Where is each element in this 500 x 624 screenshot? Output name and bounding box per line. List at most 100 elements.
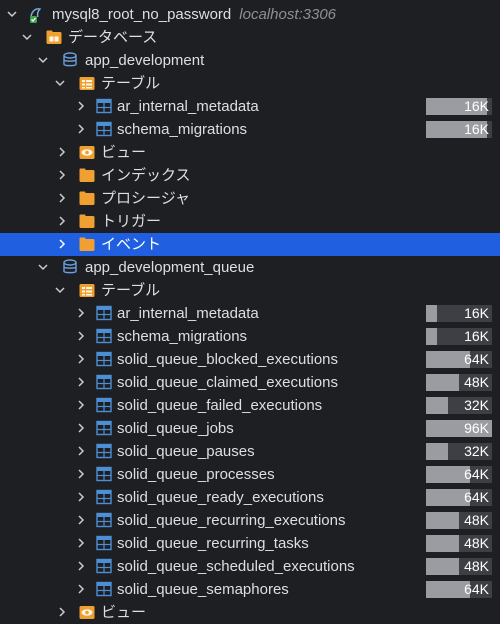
connection-name: mysql8_root_no_password: [52, 6, 232, 23]
chevron-right-icon[interactable]: [57, 607, 67, 617]
chevron-right-icon[interactable]: [76, 446, 86, 456]
indexes-label: インデックス: [101, 167, 191, 184]
database-name: app_development: [85, 52, 205, 69]
tree-row-table[interactable]: solid_queue_recurring_tasks 48K: [0, 532, 500, 555]
tree-row-procedures[interactable]: プロシージャ: [0, 187, 500, 210]
table-icon: [96, 305, 112, 321]
tree-row-table[interactable]: solid_queue_processes 64K: [0, 463, 500, 486]
database-icon: [62, 52, 78, 68]
table-size-text: 48K: [464, 512, 489, 528]
tree-row-table[interactable]: solid_queue_semaphores 64K: [0, 578, 500, 601]
table-name: solid_queue_claimed_executions: [117, 374, 338, 391]
table-size-bar: 16K: [426, 328, 492, 345]
chevron-right-icon[interactable]: [76, 101, 86, 111]
table-icon: [96, 374, 112, 390]
chevron-right-icon[interactable]: [76, 538, 86, 548]
tables-folder-icon: [79, 75, 95, 91]
table-icon: [96, 466, 112, 482]
chevron-right-icon[interactable]: [76, 354, 86, 364]
tree-row-table[interactable]: schema_migrations 16K: [0, 118, 500, 141]
tree-row-table[interactable]: solid_queue_recurring_executions 48K: [0, 509, 500, 532]
table-name: solid_queue_blocked_executions: [117, 351, 339, 368]
tree-row-table[interactable]: solid_queue_failed_executions 32K: [0, 394, 500, 417]
databases-label: データベース: [68, 29, 158, 46]
chevron-down-icon[interactable]: [55, 78, 65, 88]
table-size-bar: 64K: [426, 466, 492, 483]
table-name: schema_migrations: [117, 121, 248, 138]
table-size-text: 16K: [464, 328, 489, 344]
tree-row-table[interactable]: solid_queue_ready_executions 64K: [0, 486, 500, 509]
chevron-right-icon[interactable]: [57, 216, 67, 226]
table-name: schema_migrations: [117, 328, 248, 345]
table-size-bar: 48K: [426, 374, 492, 391]
chevron-right-icon[interactable]: [76, 308, 86, 318]
tree-row-table[interactable]: solid_queue_scheduled_executions 48K: [0, 555, 500, 578]
tree-row-table[interactable]: solid_queue_claimed_executions 48K: [0, 371, 500, 394]
views-label: ビュー: [101, 144, 147, 161]
tree-row-table[interactable]: ar_internal_metadata 16K: [0, 95, 500, 118]
table-size-text: 48K: [464, 535, 489, 551]
table-icon: [96, 535, 112, 551]
chevron-right-icon[interactable]: [57, 170, 67, 180]
chevron-right-icon[interactable]: [76, 124, 86, 134]
chevron-right-icon[interactable]: [76, 423, 86, 433]
tree-row-databases[interactable]: データベース: [0, 26, 500, 49]
tree-row-tables-folder[interactable]: テーブル: [0, 279, 500, 302]
tree-row-indexes[interactable]: インデックス: [0, 164, 500, 187]
table-icon: [96, 443, 112, 459]
triggers-label: トリガー: [101, 213, 162, 230]
table-size-bar: 16K: [426, 98, 492, 115]
tree-row-views[interactable]: ビュー: [0, 141, 500, 164]
folder-icon: [79, 236, 95, 252]
folder-icon: [79, 190, 95, 206]
tree-row-db-app-development[interactable]: app_development: [0, 49, 500, 72]
table-name: ar_internal_metadata: [117, 98, 259, 115]
tree-row-connection[interactable]: mysql8_root_no_password localhost:3306: [0, 3, 500, 26]
tables-folder-label: テーブル: [101, 75, 161, 92]
chevron-down-icon[interactable]: [55, 285, 65, 295]
chevron-down-icon[interactable]: [22, 32, 32, 42]
tree-row-events[interactable]: イベント: [0, 233, 500, 256]
tree-row-table[interactable]: ar_internal_metadata 16K: [0, 302, 500, 325]
table-icon: [96, 489, 112, 505]
chevron-right-icon[interactable]: [76, 561, 86, 571]
chevron-right-icon[interactable]: [76, 492, 86, 502]
folder-icon: [79, 167, 95, 183]
tree-row-table[interactable]: solid_queue_jobs 96K: [0, 417, 500, 440]
table-size-bar: 48K: [426, 512, 492, 529]
chevron-right-icon[interactable]: [76, 377, 86, 387]
chevron-right-icon[interactable]: [57, 239, 67, 249]
chevron-down-icon[interactable]: [38, 55, 48, 65]
table-icon: [96, 351, 112, 367]
table-size-fill: [426, 443, 448, 460]
tree-row-db-app-development-queue[interactable]: app_development_queue: [0, 256, 500, 279]
chevron-right-icon[interactable]: [57, 193, 67, 203]
table-icon: [96, 581, 112, 597]
table-size-fill: [426, 374, 459, 391]
table-size-bar: 48K: [426, 558, 492, 575]
chevron-right-icon[interactable]: [76, 331, 86, 341]
chevron-right-icon[interactable]: [76, 400, 86, 410]
tree-row-views[interactable]: ビュー: [0, 601, 500, 624]
table-size-fill: [426, 535, 459, 552]
chevron-down-icon[interactable]: [38, 262, 48, 272]
tables-folder-icon: [79, 282, 95, 298]
table-icon: [96, 512, 112, 528]
table-name: solid_queue_processes: [117, 466, 275, 483]
chevron-right-icon[interactable]: [76, 469, 86, 479]
tree-row-table[interactable]: solid_queue_pauses 32K: [0, 440, 500, 463]
chevron-right-icon[interactable]: [76, 515, 86, 525]
table-name: solid_queue_semaphores: [117, 581, 289, 598]
chevron-down-icon[interactable]: [7, 9, 17, 19]
table-icon: [96, 397, 112, 413]
chevron-right-icon[interactable]: [57, 147, 67, 157]
table-size-text: 64K: [464, 489, 489, 505]
table-name: solid_queue_ready_executions: [117, 489, 324, 506]
chevron-right-icon[interactable]: [76, 584, 86, 594]
tree-row-table[interactable]: solid_queue_blocked_executions 64K: [0, 348, 500, 371]
table-size-bar: 32K: [426, 443, 492, 460]
tree-row-tables-folder[interactable]: テーブル: [0, 72, 500, 95]
tree-row-table[interactable]: schema_migrations 16K: [0, 325, 500, 348]
tree-row-triggers[interactable]: トリガー: [0, 210, 500, 233]
table-icon: [96, 98, 112, 114]
